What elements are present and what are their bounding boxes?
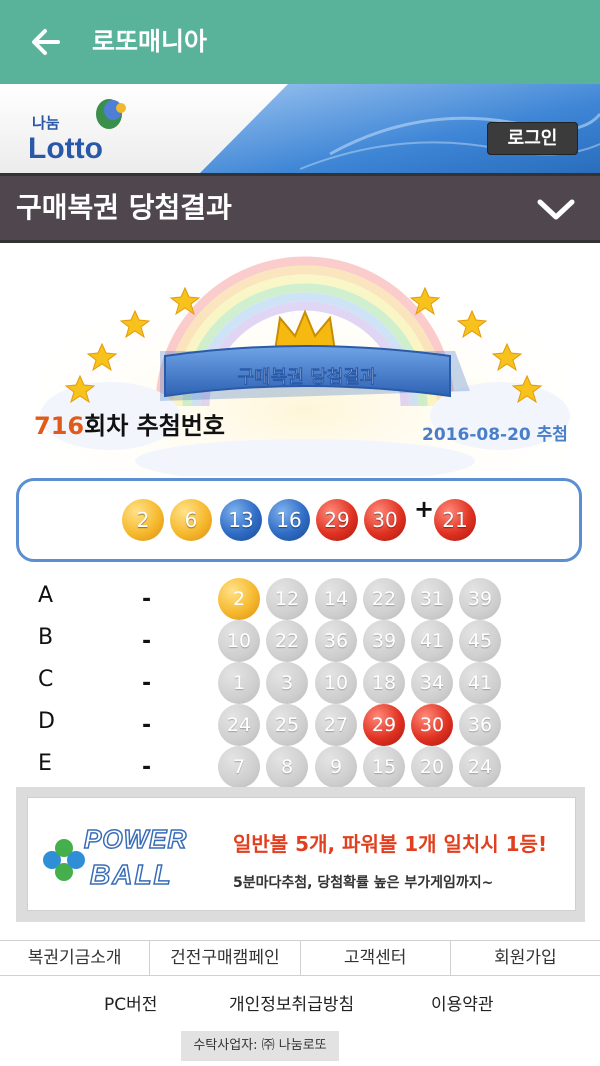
pc-version-link[interactable]: PC버전 [104,990,157,1015]
powerball-logo: POWER BALL [43,823,187,891]
svg-text:BALL: BALL [90,859,173,890]
ticket-ball: 10 [315,662,357,704]
footer-links: PC버전 개인정보취급방침 이용약관 [0,990,600,1016]
ticket-result: - [142,671,152,696]
chevron-down-icon[interactable] [535,194,577,224]
login-button[interactable]: 로그인 [487,122,578,155]
footer-tab-healthy-purchase[interactable]: 건전구매캠페인 [150,941,301,975]
ad-subline: 5분마다추첨, 당첨확률 높은 부가게임까지~ [233,875,494,891]
winning-ball: 30 [364,499,406,541]
clover-icon [43,839,85,881]
ticket-label: C [38,667,54,692]
ticket-label: B [38,625,54,650]
ticket-ball: 15 [363,746,405,788]
powerball-ad[interactable]: POWER BALL 일반볼 5개, 파워볼 1개 일치시 1등! 5분마다추첨… [16,787,585,922]
ticket-ball: 41 [459,662,501,704]
winning-ball: 6 [170,499,212,541]
ticket-ball: 24 [459,746,501,788]
ticket-ball: 3 [266,662,308,704]
lotto-logo: 나눔 Lotto [28,99,126,164]
ticket-ball: 36 [315,620,357,662]
ticket-ball: 8 [266,746,308,788]
draw-round: 716회차 추첨번호 [34,406,225,441]
ticket-ball: 36 [459,704,501,746]
app-bar: 로또매니아 [0,0,600,84]
ticket-label: E [38,751,52,776]
ticket-ball: 9 [315,746,357,788]
winning-ball: 16 [268,499,310,541]
ticket-result: - [142,587,152,612]
section-header[interactable]: 구매복권 당첨결과 [0,173,600,243]
ticket-ball: 20 [411,746,453,788]
svg-text:POWER: POWER [84,824,187,854]
ticket-ball: 14 [315,578,357,620]
footer-tab-lottery-fund[interactable]: 복권기금소개 [0,941,151,975]
ticket-ball: 30 [411,704,453,746]
bonus-ball: 21 [434,499,476,541]
ticket-ball: 24 [218,704,260,746]
ticket-label: D [38,709,55,734]
ticket-ball: 18 [363,662,405,704]
footer-tabs: 복권기금소개 건전구매캠페인 고객센터 회원가입 [0,940,600,976]
ticket-ball: 12 [266,578,308,620]
ticket-ball: 22 [363,578,405,620]
app-title: 로또매니아 [92,27,208,56]
ticket-ball: 41 [411,620,453,662]
ticket-ball: 31 [411,578,453,620]
powerball-ad-card: POWER BALL 일반볼 5개, 파워볼 1개 일치시 1등! 5분마다추첨… [27,797,576,911]
ticket-ball: 39 [459,578,501,620]
privacy-policy-link[interactable]: 개인정보취급방침 [229,990,354,1015]
draw-round-label: 회차 추첨번호 [84,412,225,440]
arrow-left-icon[interactable] [28,24,64,60]
ad-headline: 일반볼 5개, 파워볼 1개 일치시 1등! [233,832,548,856]
draw-date: 2016-08-20 추첨 [422,425,568,445]
svg-text:Lotto: Lotto [28,132,103,164]
ticket-ball: 34 [411,662,453,704]
winning-ball: 29 [316,499,358,541]
ticket-ball: 22 [266,620,308,662]
winning-ball: 2 [122,499,164,541]
ticket-ball: 27 [315,704,357,746]
ticket-ball: 29 [363,704,405,746]
company-info: 수탁사업자: ㈜ 나눔로또 [181,1031,339,1061]
ticket-ball: 1 [218,662,260,704]
winning-ball: 13 [220,499,262,541]
ticket-result: - [142,629,152,654]
ticket-result: - [142,713,152,738]
footer-tab-signup[interactable]: 회원가입 [451,941,600,975]
ticket-ball: 45 [459,620,501,662]
ticket-ball: 39 [363,620,405,662]
svg-text:나눔: 나눔 [32,115,60,132]
ticket-ball: 10 [218,620,260,662]
ticket-ball: 25 [266,704,308,746]
draw-round-number: 716 [34,412,85,440]
ticket-ball: 2 [218,578,260,620]
section-title: 구매복권 당첨결과 [16,191,232,224]
terms-link[interactable]: 이용약관 [431,990,494,1015]
svg-text:구매복권 당첨결과: 구매복권 당첨결과 [238,367,377,388]
bonus-plus-sign: + [414,495,435,523]
ticket-label: A [38,583,54,608]
ticket-result: - [142,755,152,780]
footer-tab-customer-center[interactable]: 고객센터 [301,941,451,975]
ticket-ball: 7 [218,746,260,788]
